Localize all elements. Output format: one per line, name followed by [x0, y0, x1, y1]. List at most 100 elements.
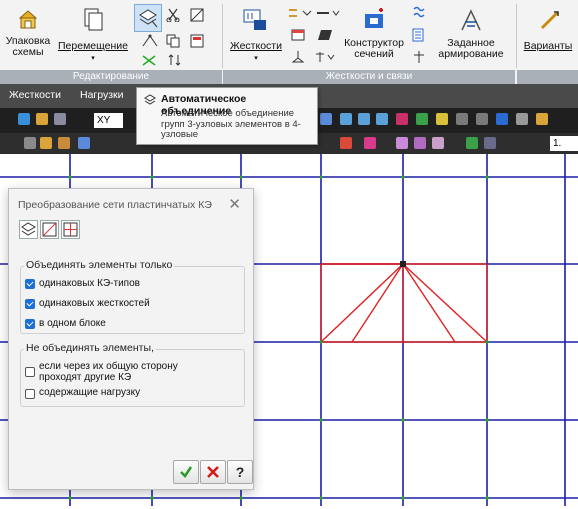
- plane-combo-value: XY: [97, 115, 111, 126]
- plate-stiffness-icon[interactable]: [315, 6, 341, 20]
- renumber-icon[interactable]: [168, 54, 182, 66]
- node-edit-icon[interactable]: [142, 34, 158, 48]
- color-scale-icon[interactable]: [340, 137, 352, 149]
- tab-merge[interactable]: [19, 220, 38, 239]
- auto-merge-tooltip-icon: [144, 94, 156, 105]
- same-stiffness-label: одинаковых жесткостей: [39, 298, 150, 309]
- dialog-title: Преобразование сети пластинчатых КЭ: [18, 199, 212, 211]
- ribbon: Упаковка схемы Перемещение ▾ Редактирова…: [0, 0, 578, 85]
- close-icon[interactable]: ✕: [228, 195, 241, 213]
- section-builder-icon: [365, 8, 383, 28]
- zoom-out-icon[interactable]: [358, 113, 370, 125]
- filter-icon[interactable]: [476, 113, 488, 125]
- triangle-icon[interactable]: [40, 137, 52, 149]
- split-tab-icon: [63, 222, 78, 237]
- with-load-checkbox[interactable]: [25, 389, 35, 399]
- same-stiffness-checkbox[interactable]: [25, 299, 35, 309]
- grid-snap-icon[interactable]: [320, 113, 332, 125]
- slab-icon[interactable]: [317, 28, 333, 42]
- question-icon[interactable]: [516, 113, 528, 125]
- question-mark-icon: ?: [235, 464, 245, 480]
- warning-icon[interactable]: [466, 137, 478, 149]
- rebar-small-icon[interactable]: [411, 50, 427, 64]
- load-case-combo[interactable]: 1. Со6: [550, 136, 578, 164]
- steel-section-icon[interactable]: [411, 6, 427, 20]
- bookmark-icon[interactable]: [536, 113, 548, 125]
- stiffness-group: Жесткости ▾ Конструктор сечений Заданное…: [223, 0, 515, 84]
- stiffness-dropdown-arrow-icon: ▾: [254, 55, 258, 62]
- auto-merge-icon: [139, 9, 158, 28]
- help-button[interactable]: ?: [227, 460, 253, 484]
- grid-icon[interactable]: [78, 137, 90, 149]
- edit-group-label: Редактирование: [0, 70, 222, 84]
- do-not-merge-group-label: Не объединять элементы,: [24, 342, 156, 354]
- dropdown-icon[interactable]: [24, 137, 36, 149]
- mesh-refine-icon[interactable]: [190, 8, 204, 22]
- edit-group: Упаковка схемы Перемещение ▾ Редактирова…: [0, 0, 222, 84]
- selected-node[interactable]: [400, 261, 406, 267]
- move-icon: [84, 8, 103, 31]
- pack-scheme-icon: [18, 10, 38, 29]
- rod-icon[interactable]: [18, 113, 30, 125]
- section-icon[interactable]: [416, 113, 428, 125]
- material-icon[interactable]: [396, 137, 408, 149]
- node-icon[interactable]: [36, 113, 48, 125]
- tab-stiffness[interactable]: Жесткости: [9, 89, 61, 101]
- tab-triangulate[interactable]: [40, 220, 59, 239]
- color-icon[interactable]: [432, 137, 444, 149]
- given-reinforcement-button[interactable]: Заданное армирование: [429, 8, 513, 66]
- apply-button[interactable]: [173, 460, 199, 484]
- common-side-label: если через их общую сторону проходят дру…: [39, 361, 178, 383]
- given-reinforcement-icon: [461, 9, 481, 31]
- cut-icon[interactable]: [166, 8, 180, 22]
- auto-merge-button[interactable]: [134, 4, 162, 32]
- support-icon[interactable]: [291, 50, 305, 64]
- link-icon[interactable]: [313, 50, 335, 64]
- cancel-button[interactable]: [200, 460, 226, 484]
- section-builder-label: Конструктор сечений: [344, 37, 404, 60]
- rod-stiffness-icon[interactable]: [287, 6, 313, 20]
- rebar-table-icon[interactable]: [411, 28, 427, 42]
- same-block-checkbox[interactable]: [25, 319, 35, 329]
- stiffness-table-icon[interactable]: [291, 28, 305, 42]
- help-icon[interactable]: [496, 113, 508, 125]
- given-reinforcement-label: Заданное армирование: [438, 37, 504, 60]
- pack-scheme-label: Упаковка схемы: [5, 35, 51, 58]
- variants-icon: [540, 10, 560, 30]
- layout-icon[interactable]: [190, 34, 206, 48]
- ribbon-separator: [516, 4, 517, 68]
- pack-scheme-button[interactable]: Упаковка схемы: [4, 8, 52, 66]
- triangulate-tab-icon: [42, 222, 57, 237]
- stiffness-button[interactable]: Жесткости ▾: [228, 8, 284, 66]
- same-types-checkbox[interactable]: [25, 279, 35, 289]
- variants-label: Варианты: [523, 40, 573, 52]
- stiffness-label: Жесткости: [230, 40, 282, 52]
- ruler-icon[interactable]: [54, 113, 66, 125]
- mosaic-icon[interactable]: [414, 137, 426, 149]
- section-builder-button[interactable]: Конструктор сечений: [339, 8, 409, 66]
- zoom-in-icon[interactable]: [340, 113, 352, 125]
- hatching-icon[interactable]: [58, 137, 70, 149]
- zoom-fit-icon[interactable]: [376, 113, 388, 125]
- copy-icon[interactable]: [166, 34, 180, 48]
- diagram-icon[interactable]: [364, 137, 376, 149]
- undo-icon[interactable]: [456, 113, 468, 125]
- tab-loads[interactable]: Нагрузки: [80, 89, 124, 101]
- ribbon-right-group-label: [517, 70, 578, 84]
- move-dropdown-arrow-icon: ▾: [91, 55, 95, 62]
- arrow-down-icon[interactable]: [484, 137, 496, 149]
- plane-combo[interactable]: XY: [94, 113, 123, 128]
- stiffness-icon: [243, 9, 266, 30]
- merge-tab-icon: [21, 222, 37, 236]
- common-side-checkbox[interactable]: [25, 367, 35, 377]
- tab-split[interactable]: [61, 220, 80, 239]
- merge-only-group-label: Объединять элементы только: [24, 259, 175, 271]
- move-button[interactable]: Перемещение ▾: [58, 8, 128, 66]
- variants-button[interactable]: Варианты: [518, 8, 578, 66]
- same-block-label: в одном блоке: [39, 318, 106, 329]
- tooltip-description: Автоматическое объединение групп 3-узлов…: [161, 108, 301, 140]
- fragment-icon[interactable]: [396, 113, 408, 125]
- lock-icon[interactable]: [436, 113, 448, 125]
- same-types-label: одинаковых КЭ-типов: [39, 278, 140, 289]
- delete-icon[interactable]: [142, 54, 156, 66]
